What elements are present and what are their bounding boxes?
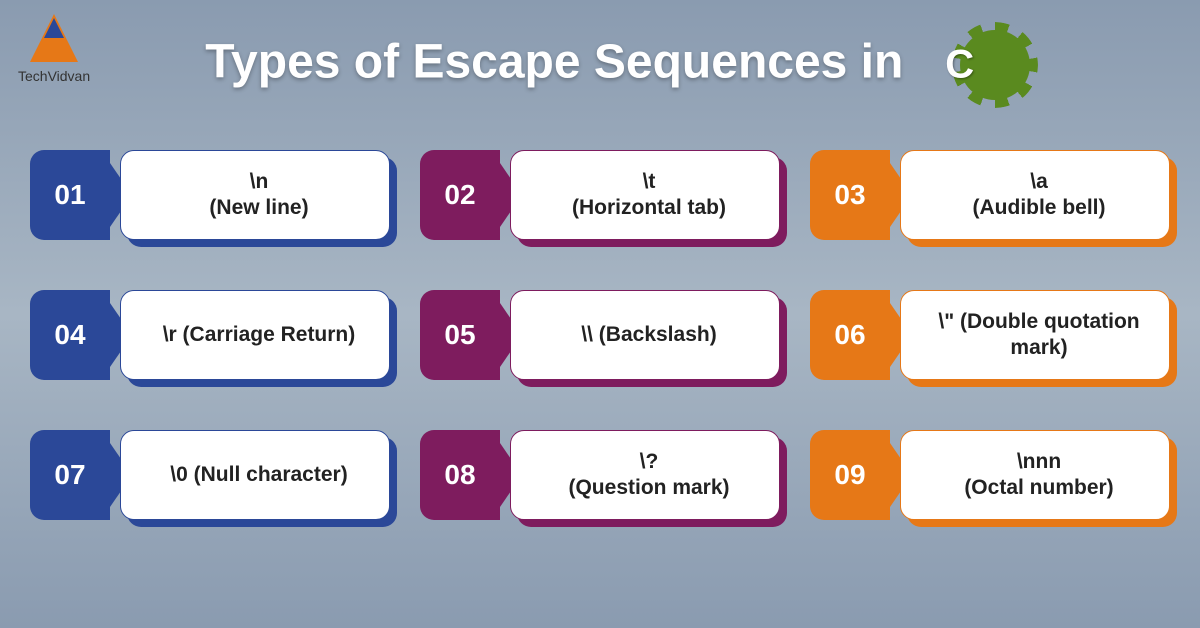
item-card: \" (Double quotation mark) [900,290,1170,380]
item-number: 05 [420,290,500,380]
page-title: Types of Escape Sequences in C [0,0,1200,100]
item-number: 06 [810,290,890,380]
c-letter: C [945,43,974,88]
brand-logo: TechVidvan [18,8,90,84]
logo-icon [24,8,84,68]
item-number: 04 [30,290,110,380]
list-item: 07 \0 (Null character) [30,430,390,520]
title-text: Types of Escape Sequences in [205,36,903,89]
item-card: \nnn(Octal number) [900,430,1170,520]
list-item: 03 \a(Audible bell) [810,150,1170,240]
logo-text: TechVidvan [18,68,90,84]
list-item: 02 \t(Horizontal tab) [420,150,780,240]
item-card: \r (Carriage Return) [120,290,390,380]
list-item: 09 \nnn(Octal number) [810,430,1170,520]
item-card: \\ (Backslash) [510,290,780,380]
brand-name: TechVidvan [18,68,90,84]
item-number: 03 [810,150,890,240]
list-item: 08 \?(Question mark) [420,430,780,520]
list-item: 04 \r (Carriage Return) [30,290,390,380]
item-number: 01 [30,150,110,240]
c-language-badge: C [925,30,995,100]
escape-sequence-grid: 01 \n(New line) 02 \t(Horizontal tab) 03… [0,100,1200,550]
item-number: 08 [420,430,500,520]
item-card: \n(New line) [120,150,390,240]
item-card: \t(Horizontal tab) [510,150,780,240]
item-number: 09 [810,430,890,520]
item-card: \?(Question mark) [510,430,780,520]
list-item: 01 \n(New line) [30,150,390,240]
item-card: \0 (Null character) [120,430,390,520]
item-number: 02 [420,150,500,240]
item-number: 07 [30,430,110,520]
list-item: 06 \" (Double quotation mark) [810,290,1170,380]
list-item: 05 \\ (Backslash) [420,290,780,380]
item-card: \a(Audible bell) [900,150,1170,240]
